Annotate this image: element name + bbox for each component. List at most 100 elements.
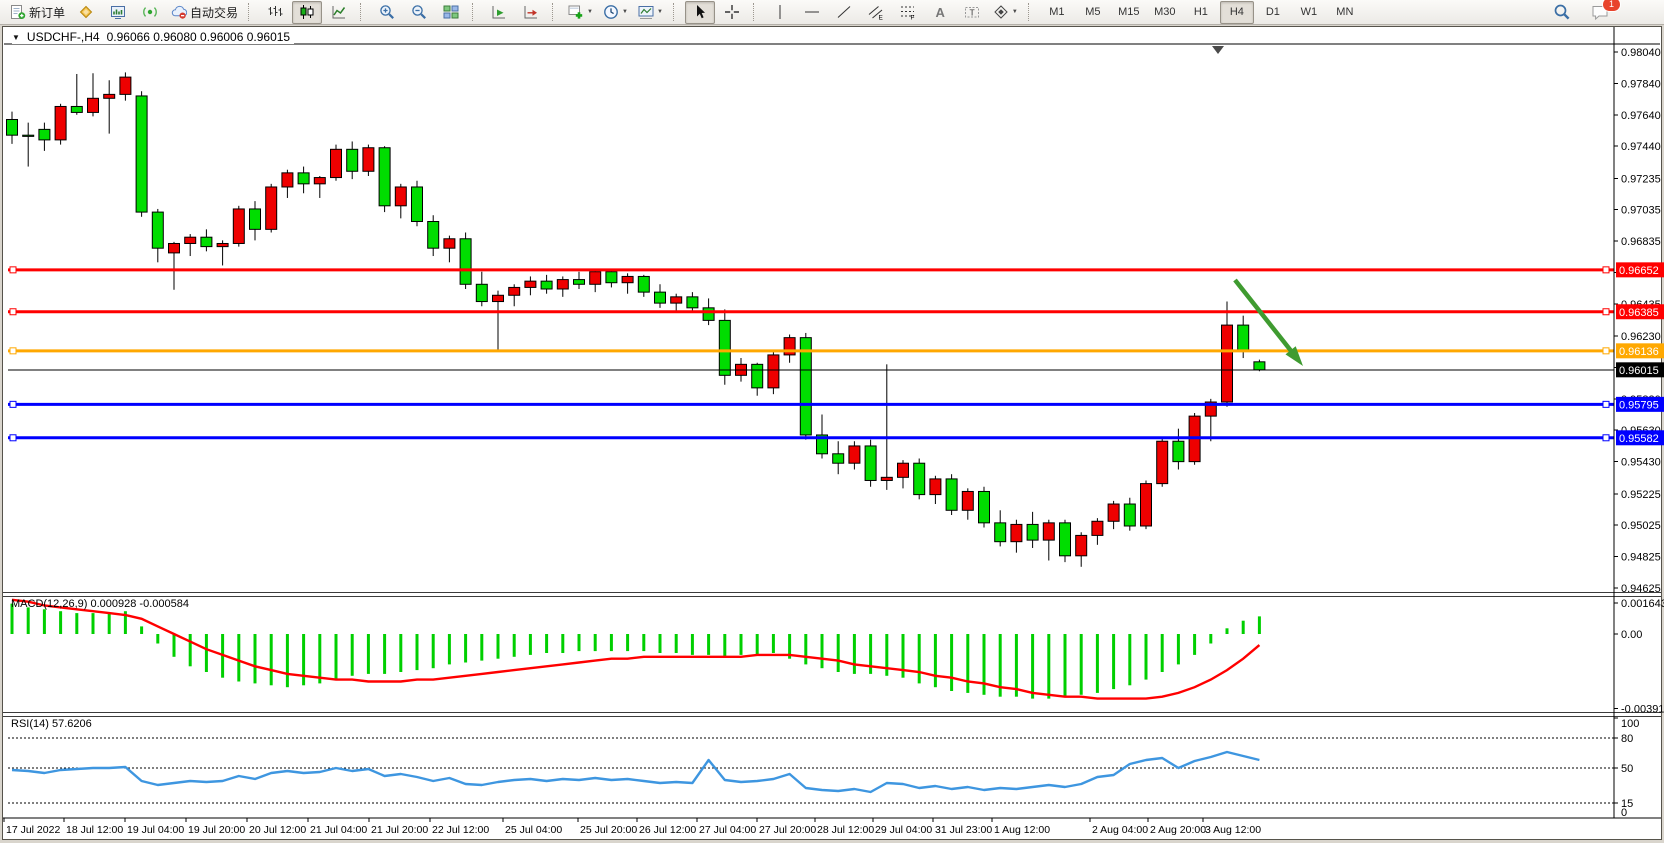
text-label-button[interactable]: T: [957, 1, 987, 24]
dropdown-caret-icon[interactable]: ▼: [622, 9, 628, 15]
notifications-button[interactable]: 1: [1585, 1, 1615, 24]
candle: [39, 129, 50, 140]
line-handle[interactable]: [10, 267, 16, 273]
candle: [298, 173, 309, 184]
equidistant-channel-button[interactable]: E: [861, 1, 891, 24]
toolbar-separator: [753, 3, 760, 21]
crosshair-button[interactable]: [717, 1, 747, 24]
dropdown-caret-icon[interactable]: ▼: [1012, 9, 1018, 15]
zoom-in-button[interactable]: [372, 1, 402, 24]
charts-button[interactable]: [103, 1, 133, 24]
line-handle[interactable]: [10, 309, 16, 315]
candle: [412, 187, 423, 222]
candle: [23, 135, 34, 136]
tf-w1[interactable]: W1: [1292, 1, 1326, 24]
svg-text:21 Jul 20:00: 21 Jul 20:00: [371, 824, 428, 836]
candle: [914, 463, 925, 494]
svg-text:50: 50: [1621, 763, 1633, 775]
market-gold-button[interactable]: [71, 1, 101, 24]
line-handle[interactable]: [1603, 348, 1609, 354]
svg-text:22 Jul 12:00: 22 Jul 12:00: [432, 824, 489, 836]
candle: [881, 477, 892, 480]
candle: [833, 454, 844, 463]
svg-text:T: T: [969, 8, 974, 18]
tf-m30-label: M30: [1154, 6, 1175, 18]
tf-m5[interactable]: M5: [1076, 1, 1110, 24]
new-order-button[interactable]: 新订单: [6, 1, 69, 24]
candle: [849, 446, 860, 463]
svg-text:0.97840: 0.97840: [1621, 78, 1661, 90]
toolbar-separator: [360, 3, 367, 21]
candle: [152, 212, 163, 248]
chart-ohlc-values: 0.96066 0.96080 0.96006 0.96015: [107, 30, 291, 44]
crosshair-icon: [724, 4, 740, 20]
line-handle[interactable]: [1603, 401, 1609, 407]
trendline-button[interactable]: [829, 1, 859, 24]
neworder-icon: [10, 4, 26, 20]
line-handle[interactable]: [1603, 267, 1609, 273]
tf-d1[interactable]: D1: [1256, 1, 1290, 24]
period-selector-button[interactable]: ▼: [599, 1, 632, 24]
svg-text:0.97235: 0.97235: [1621, 173, 1661, 185]
signals-button[interactable]: [135, 1, 165, 24]
textA-icon: A: [932, 4, 948, 20]
tf-m15[interactable]: M15: [1112, 1, 1146, 24]
tf-h4[interactable]: H4: [1220, 1, 1254, 24]
price-axis: 0.980400.978400.976400.974400.972350.970…: [1614, 47, 1661, 595]
tf-m1[interactable]: M1: [1040, 1, 1074, 24]
search-button[interactable]: [1547, 1, 1577, 24]
svg-text:26 Jul 12:00: 26 Jul 12:00: [639, 824, 696, 836]
svg-text:17 Jul 2022: 17 Jul 2022: [6, 824, 60, 836]
chart-shift-button[interactable]: [516, 1, 546, 24]
trend-arrow-annotation[interactable]: [1235, 280, 1303, 366]
candle: [250, 209, 261, 229]
chart-shift-marker[interactable]: [1212, 46, 1224, 54]
new-chart-button[interactable]: ▼: [564, 1, 597, 24]
line-handle[interactable]: [1603, 309, 1609, 315]
candle: [1238, 325, 1249, 350]
one-click-trading-toggle-icon[interactable]: ▼: [12, 33, 20, 42]
chart-canvas[interactable]: 0.980400.978400.976400.974400.972350.970…: [0, 0, 1664, 843]
resistance-line-1[interactable]: [8, 267, 1614, 273]
line-handle[interactable]: [10, 348, 16, 354]
candle: [1092, 521, 1103, 535]
zoom-out-button[interactable]: [404, 1, 434, 24]
dropdown-caret-icon[interactable]: ▼: [657, 9, 663, 15]
candle: [606, 272, 617, 283]
svg-text:21 Jul 04:00: 21 Jul 04:00: [310, 824, 367, 836]
horizontal-line-button[interactable]: [797, 1, 827, 24]
candlestick-chart-button[interactable]: [292, 1, 322, 24]
axis-price-label: 0.95582: [1616, 430, 1664, 445]
svg-text:F: F: [910, 15, 914, 21]
auto-scroll-button[interactable]: [484, 1, 514, 24]
resistance-line-2[interactable]: [8, 309, 1614, 315]
template-button[interactable]: ▼: [634, 1, 667, 24]
candle: [525, 281, 536, 287]
candle: [169, 243, 180, 252]
dropdown-caret-icon[interactable]: ▼: [587, 9, 593, 15]
support-line-2[interactable]: [8, 435, 1614, 441]
text-button[interactable]: A: [925, 1, 955, 24]
line-handle[interactable]: [1603, 435, 1609, 441]
line-handle[interactable]: [10, 435, 16, 441]
tf-h4-label: H4: [1230, 6, 1244, 18]
line-chart-button[interactable]: [324, 1, 354, 24]
tf-m30[interactable]: M30: [1148, 1, 1182, 24]
tf-h1[interactable]: H1: [1184, 1, 1218, 24]
fibonacci-button[interactable]: F: [893, 1, 923, 24]
shapes-button[interactable]: ▼: [989, 1, 1022, 24]
tile-windows-button[interactable]: [436, 1, 466, 24]
tf-m1-label: M1: [1049, 6, 1064, 18]
candle: [363, 148, 374, 172]
new-order-button-label: 新订单: [29, 4, 65, 21]
candle: [687, 297, 698, 308]
macd-pane: 0.0016430.00-0.003912: [12, 598, 1664, 716]
bar-chart-button[interactable]: [260, 1, 290, 24]
tf-mn[interactable]: MN: [1328, 1, 1362, 24]
line-handle[interactable]: [10, 401, 16, 407]
auto-trading-button[interactable]: 自动交易: [167, 1, 242, 24]
vertical-line-button[interactable]: [765, 1, 795, 24]
candle: [1011, 524, 1022, 541]
candle: [979, 491, 990, 522]
cursor-button[interactable]: [685, 1, 715, 24]
